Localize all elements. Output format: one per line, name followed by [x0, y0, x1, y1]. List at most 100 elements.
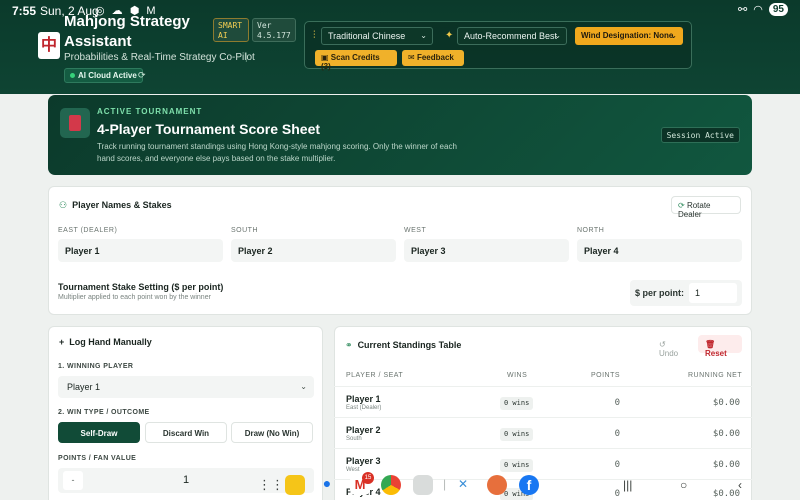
banner-title: 4-Player Tournament Score Sheet	[97, 121, 321, 137]
standings-title-text: Current Standings Table	[357, 340, 462, 350]
row-points: 0	[614, 398, 620, 408]
undo-icon: ↺	[659, 340, 666, 349]
row-player-name: Player 2	[346, 425, 381, 435]
ai-status-label: AI Cloud Active	[78, 71, 137, 80]
row-player-name: Player 3	[346, 456, 381, 466]
facebook-app-icon[interactable]: f	[519, 475, 539, 495]
scan-credits-label: Scan Credits (3)	[321, 53, 380, 71]
status-right: ⚯ ◠ 95	[738, 3, 788, 16]
refresh-icon[interactable]: ⟳	[138, 70, 146, 81]
chevron-down-icon: ⌄	[554, 31, 561, 40]
points-label: POINTS / FAN VALUE	[58, 455, 137, 462]
stake-setting: $ per point: 1	[630, 280, 742, 306]
col-header-wins: WINS	[507, 372, 528, 379]
ai-status-badge: AI Cloud Active	[64, 68, 143, 83]
player-name-input-west[interactable]: Player 3	[404, 239, 569, 262]
status-dot-icon	[70, 73, 75, 78]
wind-designation-label: Wind Designation: None	[581, 31, 674, 40]
table-icon: ⚭	[345, 340, 353, 350]
smart-ai-badge: SMART AI	[213, 18, 249, 42]
row-player-seat: East (Dealer)	[346, 405, 382, 411]
smart-label: SMART	[218, 21, 243, 30]
log-hand-title-text: Log Hand Manually	[69, 337, 152, 347]
standings-title: ⚭ Current Standings Table	[345, 340, 461, 351]
players-card-title-text: Player Names & Stakes	[72, 200, 172, 210]
table-divider	[334, 417, 752, 418]
home-button[interactable]: ○	[680, 478, 687, 492]
plus-icon: +	[59, 337, 65, 347]
app-header: 7:55 Sun, 2 Aug ◎ ☁ ⬢ M ⚯ ◠ 95 中 Mahjong…	[0, 0, 800, 94]
row-player-name: Player 1	[346, 394, 381, 404]
winning-player-select[interactable]: Player 1 ⌄	[58, 376, 314, 398]
recommend-mode-select[interactable]: Auto-Recommend Best ⌄	[457, 27, 567, 45]
row-player-seat: South	[346, 436, 362, 442]
stake-title: Tournament Stake Setting ($ per point)	[58, 282, 224, 292]
chevron-down-icon: ⌄	[670, 31, 677, 40]
winning-player-label: 1. WINNING PLAYER	[58, 363, 134, 370]
row-net: $0.00	[712, 429, 740, 439]
row-net: $0.00	[712, 398, 740, 408]
camera-app-icon[interactable]	[413, 475, 433, 495]
link-icon: ⚯	[738, 4, 748, 16]
chevron-down-icon: ⌄	[300, 382, 307, 391]
sparkle-icon: ✦	[445, 30, 454, 41]
seat-label-south: SOUTH	[231, 227, 258, 234]
undo-button[interactable]: ↺ Undo	[652, 335, 694, 358]
recommend-mode-value: Auto-Recommend Best	[464, 31, 558, 41]
ai-label: AI	[218, 31, 228, 40]
notes-app-icon[interactable]	[285, 475, 305, 495]
row-points: 0	[614, 429, 620, 439]
dock-divider: |	[443, 477, 447, 491]
row-wins: 0 wins	[500, 428, 534, 441]
chat-app-icon[interactable]: ●	[317, 475, 337, 495]
rule-set-value: Traditional Chinese	[328, 31, 406, 41]
row-net: $0.00	[712, 460, 740, 470]
sparkle-app-icon[interactable]: ✕	[458, 477, 468, 491]
seat-label-east: EAST (DEALER)	[58, 227, 118, 234]
feedback-button[interactable]: ✉ Feedback	[402, 50, 464, 66]
log-hand-title: + Log Hand Manually	[59, 337, 152, 347]
win-type-discard-win[interactable]: Discard Win	[145, 422, 227, 443]
chevron-down-icon: ⌄	[420, 31, 427, 40]
back-button[interactable]: ‹	[738, 478, 742, 492]
version-number: 4.5.177	[257, 31, 291, 40]
win-type-label: 2. WIN TYPE / OUTCOME	[58, 409, 150, 416]
camera-icon: ▣	[321, 53, 329, 62]
stake-label: $ per point:	[635, 288, 684, 298]
reset-label: Reset	[705, 349, 727, 358]
version-label: Ver	[257, 21, 272, 30]
recents-button[interactable]: |||	[623, 478, 632, 492]
gmail-badge: 15	[362, 472, 374, 484]
feedback-icon: ✉	[408, 53, 415, 62]
wind-designation-button[interactable]: Wind Designation: None ⌄	[575, 27, 683, 45]
rotate-dealer-button[interactable]: ⟳ Rotate Dealer	[671, 196, 741, 219]
banner-description: Track running tournament standings using…	[97, 142, 457, 163]
mahjong-tile-icon	[60, 108, 90, 138]
user-icon: ⚇	[59, 200, 68, 210]
table-divider	[334, 386, 752, 387]
win-type-draw-no-win[interactable]: Draw (No Win)	[231, 422, 313, 443]
players-card-title: ⚇ Player Names & Stakes	[59, 200, 172, 211]
rotate-icon: ⟳	[678, 201, 685, 210]
burst-app-icon[interactable]	[487, 475, 507, 495]
winning-player-value: Player 1	[67, 382, 101, 392]
scan-credits-button[interactable]: ▣ Scan Credits (3)	[315, 50, 397, 71]
col-header-player: PLAYER / SEAT	[346, 372, 404, 379]
version-badge: Ver 4.5.177	[252, 18, 296, 42]
wifi-icon: ◠	[753, 4, 763, 16]
player-name-input-south[interactable]: Player 2	[231, 239, 396, 262]
reset-button[interactable]: 🗑 Reset	[698, 335, 742, 358]
stake-input[interactable]: 1	[689, 283, 737, 303]
app-drawer-icon[interactable]: ⋮⋮	[258, 477, 284, 493]
banner-eyebrow: ACTIVE TOURNAMENT	[97, 107, 203, 116]
col-header-points: POINTS	[591, 372, 621, 379]
feedback-label: Feedback	[416, 53, 454, 62]
player-name-input-east[interactable]: Player 1	[58, 239, 223, 262]
chrome-app-icon[interactable]	[381, 475, 401, 495]
win-type-self-draw[interactable]: Self-Draw	[58, 422, 140, 443]
rule-set-select[interactable]: Traditional Chinese ⌄	[321, 27, 433, 45]
mahjong-tile-logo: 中	[38, 32, 60, 59]
player-name-input-north[interactable]: Player 4	[577, 239, 742, 262]
seat-label-west: WEST	[404, 227, 427, 234]
undo-label: Undo	[659, 349, 679, 358]
